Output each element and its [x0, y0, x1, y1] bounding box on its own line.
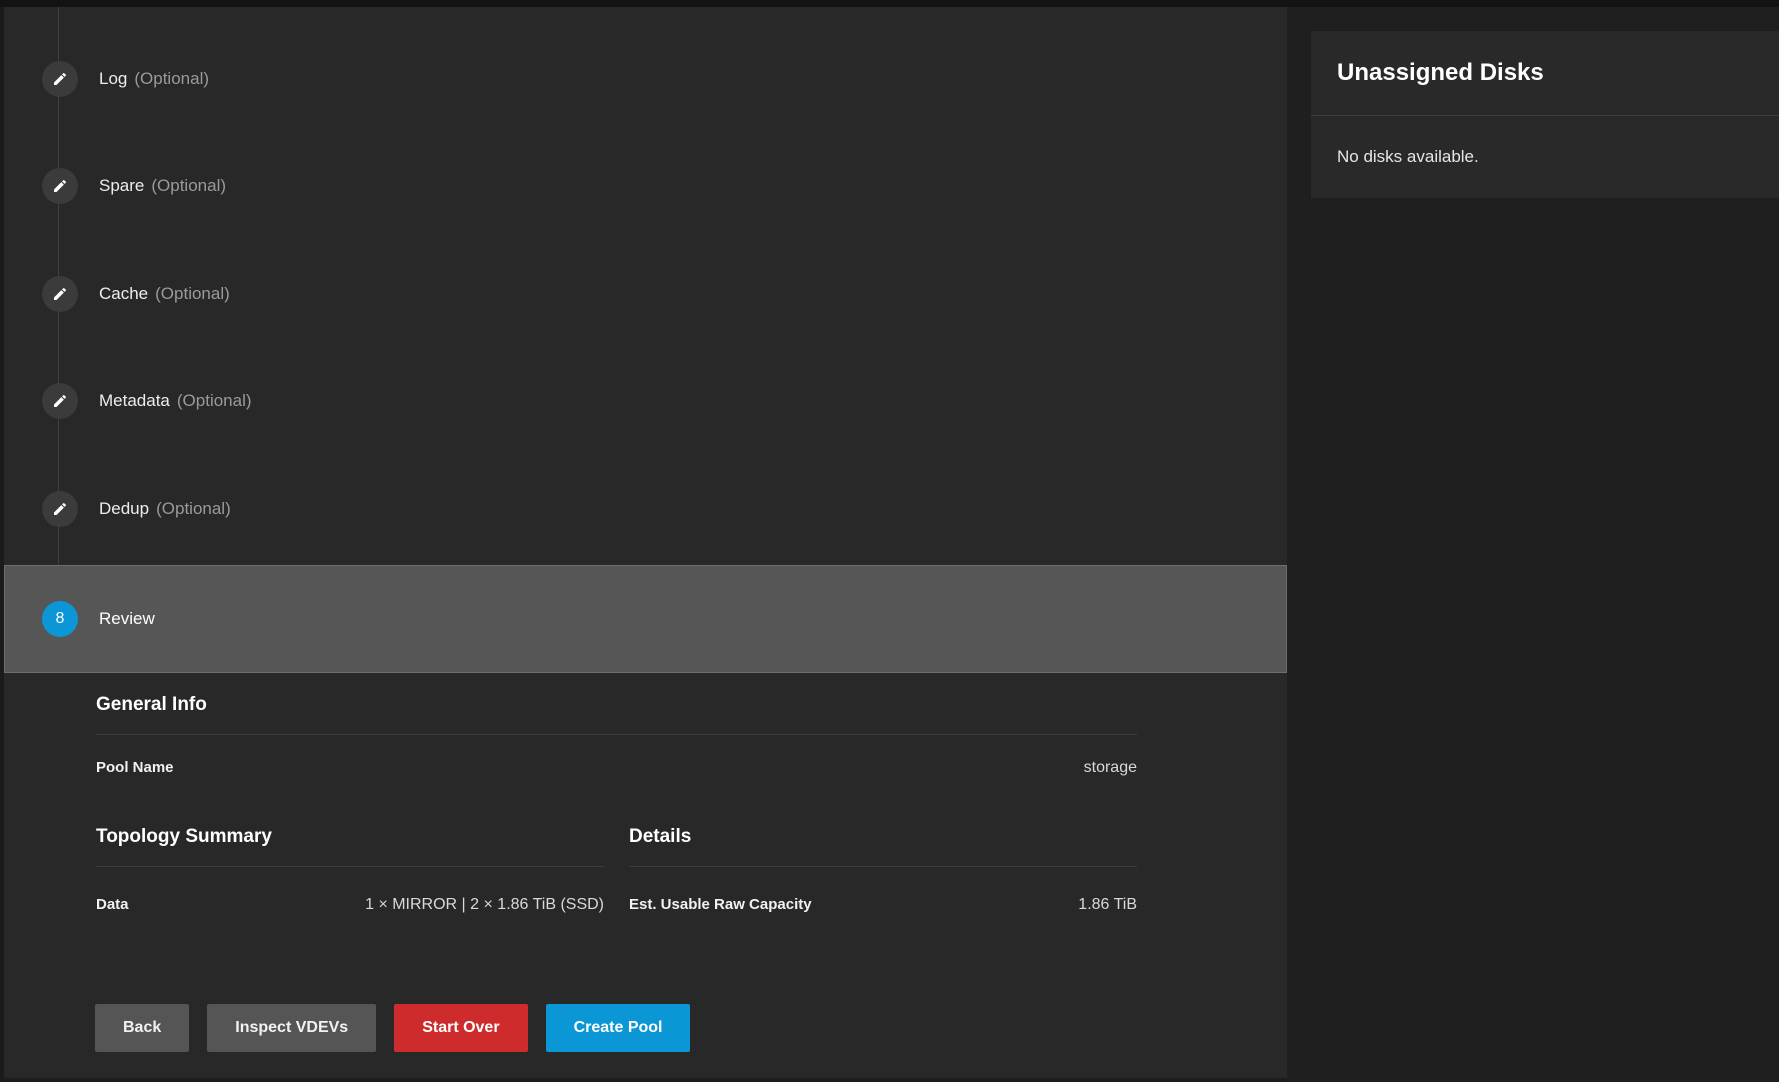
- section-divider: [96, 866, 604, 867]
- stepper-step-metadata[interactable]: Metadata (Optional): [4, 377, 252, 425]
- stepper-step-log[interactable]: Log (Optional): [4, 55, 209, 103]
- unassigned-disks-panel: Unassigned Disks No disks available.: [1311, 31, 1779, 198]
- step-label: Spare: [99, 176, 144, 196]
- details-title: Details: [629, 827, 1137, 846]
- stepper-step-dedup[interactable]: Dedup (Optional): [4, 485, 231, 533]
- create-pool-button[interactable]: Create Pool: [546, 1004, 691, 1052]
- edit-icon: [42, 61, 78, 97]
- unassigned-disks-header: Unassigned Disks: [1311, 31, 1779, 87]
- data-vdev-row: Data 1 × MIRROR | 2 × 1.86 TiB (SSD): [96, 895, 604, 914]
- step-number-badge: 8: [42, 601, 78, 637]
- bottom-edge-strip: [0, 1078, 1287, 1082]
- topology-summary-title: Topology Summary: [96, 827, 604, 846]
- stepper-step-spare[interactable]: Spare (Optional): [4, 162, 226, 210]
- pool-name-value: storage: [1084, 758, 1137, 777]
- pool-name-row: Pool Name storage: [96, 758, 1137, 777]
- section-divider: [96, 734, 1137, 735]
- usable-capacity-row: Est. Usable Raw Capacity 1.86 TiB: [629, 895, 1137, 914]
- topology-summary-column: Topology Summary Data 1 × MIRROR | 2 × 1…: [96, 827, 604, 914]
- step-label: Dedup: [99, 499, 149, 519]
- wizard-actions: Back Inspect VDEVs Start Over Create Poo…: [95, 1004, 690, 1052]
- step-optional-suffix: (Optional): [151, 176, 226, 196]
- edit-icon: [42, 491, 78, 527]
- general-info-title: General Info: [96, 695, 1137, 714]
- stepper-step-review-active[interactable]: 8 Review: [4, 565, 1287, 673]
- usable-capacity-label: Est. Usable Raw Capacity: [629, 895, 812, 914]
- back-button[interactable]: Back: [95, 1004, 189, 1052]
- pool-name-label: Pool Name: [96, 758, 174, 777]
- no-disks-message: No disks available.: [1337, 147, 1479, 166]
- step-label: Metadata: [99, 391, 170, 411]
- summary-columns: Topology Summary Data 1 × MIRROR | 2 × 1…: [96, 827, 1137, 914]
- stepper-step-cache[interactable]: Cache (Optional): [4, 270, 230, 318]
- step-label: Cache: [99, 284, 148, 304]
- inspect-vdevs-button[interactable]: Inspect VDEVs: [207, 1004, 376, 1052]
- step-label: Log: [99, 69, 127, 89]
- edit-icon: [42, 168, 78, 204]
- edit-icon: [42, 276, 78, 312]
- data-vdev-value: 1 × MIRROR | 2 × 1.86 TiB (SSD): [365, 895, 604, 914]
- details-column: Details Est. Usable Raw Capacity 1.86 Ti…: [629, 827, 1137, 914]
- step-number: 8: [56, 610, 65, 628]
- section-divider: [629, 866, 1137, 867]
- start-over-button[interactable]: Start Over: [394, 1004, 527, 1052]
- step-label: Review: [99, 609, 155, 629]
- review-step-content: General Info Pool Name storage Topology …: [96, 673, 1137, 914]
- step-optional-suffix: (Optional): [134, 69, 209, 89]
- step-optional-suffix: (Optional): [177, 391, 252, 411]
- edit-icon: [42, 383, 78, 419]
- unassigned-disks-body: No disks available.: [1311, 116, 1779, 167]
- data-vdev-label: Data: [96, 895, 129, 914]
- usable-capacity-value: 1.86 TiB: [1078, 895, 1137, 914]
- top-bar: [0, 0, 1779, 7]
- step-optional-suffix: (Optional): [155, 284, 230, 304]
- step-optional-suffix: (Optional): [156, 499, 231, 519]
- unassigned-disks-title: Unassigned Disks: [1337, 59, 1753, 87]
